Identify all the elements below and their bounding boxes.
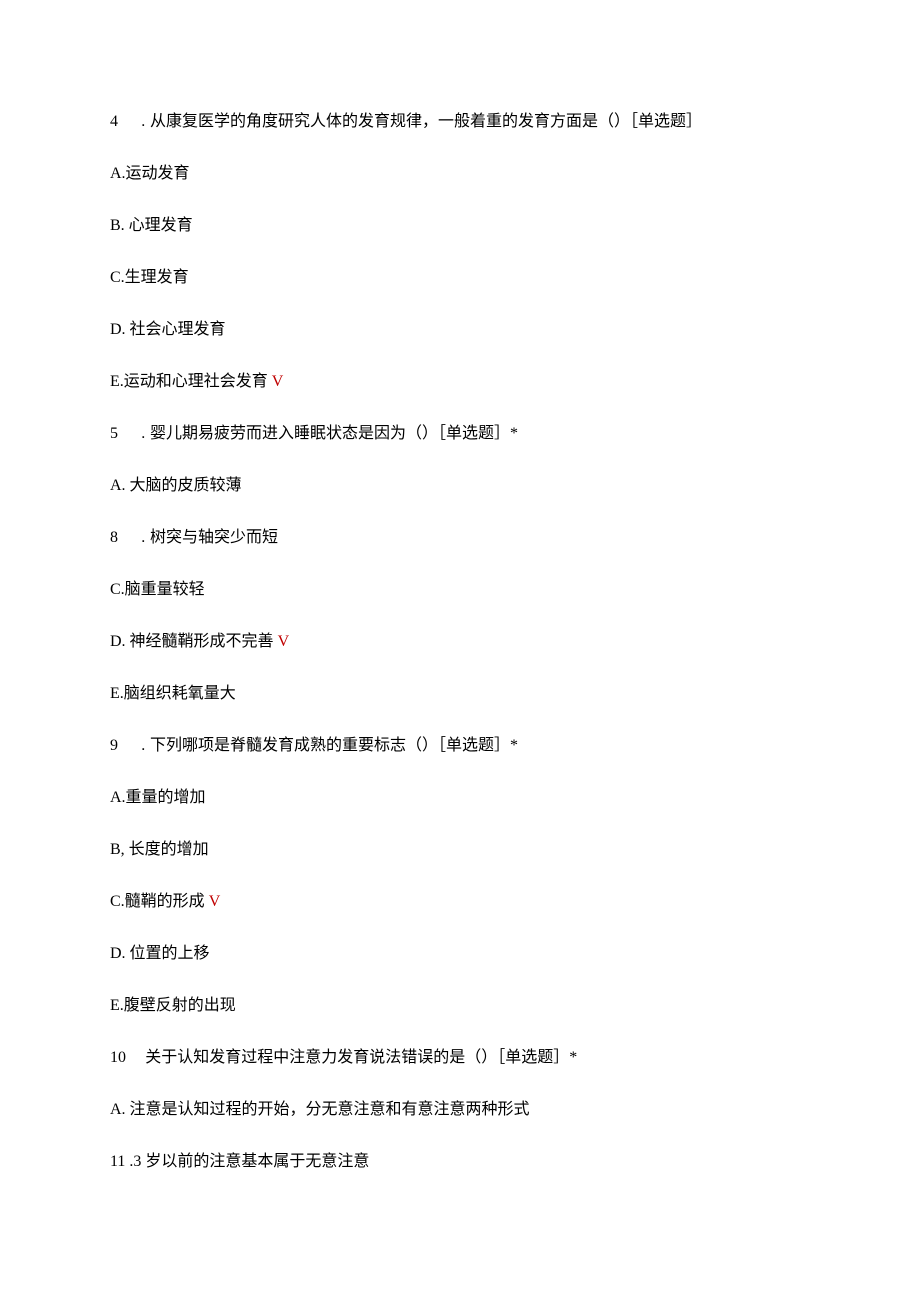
option-b: B. 心理发育 [110,214,810,238]
question-number: 9 [110,734,118,758]
option-e: E.腹壁反射的出现 [110,994,810,1018]
question-8-stem: 8 . 树突与轴突少而短 [110,526,810,550]
question-number: 5 [110,422,118,446]
option-d: D. 神经髓鞘形成不完善 V [110,630,810,654]
option-a: A.运动发育 [110,162,810,186]
option-d: D. 社会心理发育 [110,318,810,342]
question-number: 11 . [110,1150,133,1174]
question-11-stem: 11 .3 岁以前的注意基本属于无意注意 [110,1150,810,1174]
dot: . [137,529,145,546]
option-e: E.运动和心理社会发育 V [110,370,810,394]
question-number: 4 [110,110,118,134]
option-c: C.生理发育 [110,266,810,290]
question-text: 树突与轴突少而短 [150,529,278,546]
question-10-stem: 10 关于认知发育过程中注意力发育说法错误的是（）［单选题］* [110,1046,810,1070]
dot: . [137,113,145,130]
question-4-stem: 4 . 从康复医学的角度研究人体的发育规律，一般着重的发育方面是（）［单选题］ [110,110,810,134]
option-d-text: D. 神经髓鞘形成不完善 [110,633,274,650]
option-c: C.髓鞘的形成 V [110,890,810,914]
option-e-text: E.运动和心理社会发育 [110,373,268,390]
question-number: 8 [110,526,118,550]
question-5-stem: 5 . 婴儿期易疲劳而进入睡眠状态是因为（）［单选题］* [110,422,810,446]
correct-mark: V [272,373,284,390]
question-text: 下列哪项是脊髓发育成熟的重要标志（）［单选题］* [150,737,518,754]
question-text: 3 岁以前的注意基本属于无意注意 [133,1153,369,1170]
question-text: 婴儿期易疲劳而进入睡眠状态是因为（）［单选题］* [150,425,518,442]
question-text: 从康复医学的角度研究人体的发育规律，一般着重的发育方面是（）［单选题］ [150,113,702,130]
question-text: 关于认知发育过程中注意力发育说法错误的是（）［单选题］* [145,1049,577,1066]
correct-mark: V [278,633,290,650]
option-a: A.重量的增加 [110,786,810,810]
correct-mark: V [209,893,221,910]
option-d: D. 位置的上移 [110,942,810,966]
option-a: A. 注意是认知过程的开始，分无意注意和有意注意两种形式 [110,1098,810,1122]
option-a: A. 大脑的皮质较薄 [110,474,810,498]
option-c-text: C.髓鞘的形成 [110,893,205,910]
dot: . [137,425,145,442]
dot: . [137,737,145,754]
option-b: B, 长度的增加 [110,838,810,862]
option-e: E.脑组织耗氧量大 [110,682,810,706]
question-9-stem: 9 . 下列哪项是脊髓发育成熟的重要标志（）［单选题］* [110,734,810,758]
question-number: 10 [110,1046,126,1070]
option-c: C.脑重量较轻 [110,578,810,602]
